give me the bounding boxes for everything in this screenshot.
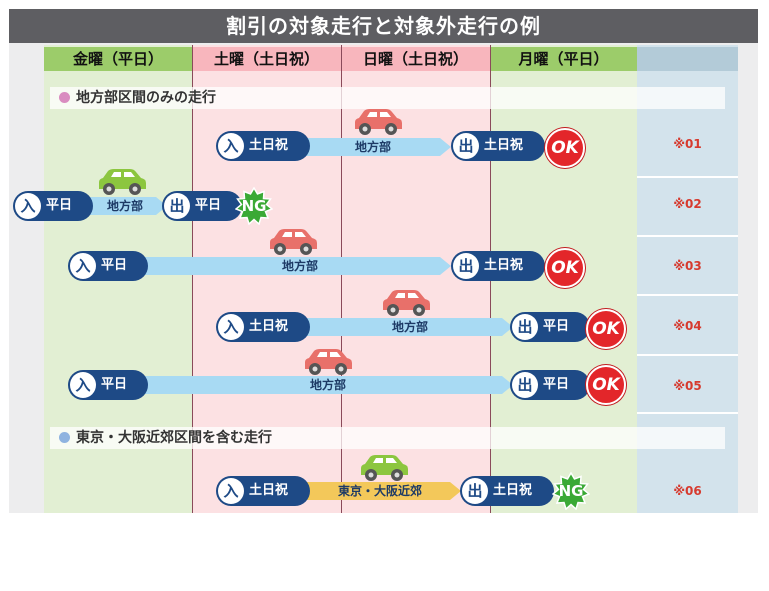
ng-label: NG <box>558 482 584 500</box>
header-notes <box>637 47 738 71</box>
page-title: 割引の対象走行と対象外走行の例 <box>9 9 758 43</box>
note-label: ※06 <box>673 484 702 498</box>
note-label: ※02 <box>673 197 702 211</box>
arrow-tip <box>440 257 451 275</box>
route-label: 地方部 <box>354 140 391 154</box>
ok-badge: OK <box>586 309 626 349</box>
car-icon-red <box>383 290 430 316</box>
row-separator <box>637 354 738 356</box>
note-label: ※01 <box>673 137 702 151</box>
exit-icon: 出 <box>453 253 479 279</box>
entry-icon: 入 <box>70 253 96 279</box>
exit-day: 平日 <box>543 377 570 392</box>
exit-marker: 出平日 <box>162 191 242 221</box>
section-local-label: 地方部区間のみの走行 <box>76 90 216 106</box>
note-label: ※04 <box>673 319 702 333</box>
exit-icon: 出 <box>512 314 538 340</box>
ok-badge: OK <box>545 128 585 168</box>
exit-day: 平日 <box>195 198 222 213</box>
ng-badge: NG <box>552 472 590 510</box>
entry-marker: 入平日 <box>68 370 148 400</box>
bullet-icon <box>59 92 70 103</box>
ng-label: NG <box>241 197 267 215</box>
entry-marker: 入平日 <box>13 191 93 221</box>
ng-badge: NG <box>235 187 273 225</box>
row-separator <box>637 235 738 237</box>
exit-day: 土日祝 <box>493 483 533 498</box>
entry-icon: 入 <box>70 372 96 398</box>
car-icon-red <box>355 109 402 135</box>
exit-marker: 出土日祝 <box>451 131 545 161</box>
exit-icon: 出 <box>164 193 190 219</box>
entry-icon: 入 <box>218 133 244 159</box>
section-urban: 東京・大阪近郊区間を含む走行 <box>50 427 725 449</box>
route-label: 地方部 <box>281 259 318 273</box>
entry-marker: 入土日祝 <box>216 312 310 342</box>
entry-day: 平日 <box>46 198 73 213</box>
exit-day: 平日 <box>543 319 570 334</box>
car-icon-red <box>270 229 317 255</box>
entry-day: 土日祝 <box>249 319 289 334</box>
header-monday: 月曜（平日） <box>490 47 637 71</box>
header-saturday: 土曜（土日祝） <box>192 47 341 71</box>
header-sunday: 日曜（土日祝） <box>341 47 490 71</box>
exit-day: 土日祝 <box>484 258 524 273</box>
route-label: 地方部 <box>309 378 346 392</box>
entry-day: 土日祝 <box>249 483 289 498</box>
row-separator <box>637 176 738 178</box>
entry-marker: 入土日祝 <box>216 476 310 506</box>
entry-day: 土日祝 <box>249 138 289 153</box>
exit-day: 土日祝 <box>484 138 524 153</box>
route-label: 地方部 <box>391 320 428 334</box>
exit-icon: 出 <box>462 478 488 504</box>
exit-marker: 出土日祝 <box>460 476 554 506</box>
row-separator <box>637 294 738 296</box>
route-label: 東京・大阪近郊 <box>337 484 422 498</box>
exit-marker: 出土日祝 <box>451 251 545 281</box>
note-label: ※03 <box>673 259 702 273</box>
entry-day: 平日 <box>101 258 128 273</box>
route-label: 地方部 <box>106 199 143 213</box>
exit-icon: 出 <box>453 133 479 159</box>
exit-icon: 出 <box>512 372 538 398</box>
entry-icon: 入 <box>15 193 41 219</box>
entry-icon: 入 <box>218 478 244 504</box>
entry-marker: 入平日 <box>68 251 148 281</box>
ok-badge: OK <box>545 248 585 288</box>
exit-marker: 出平日 <box>510 312 590 342</box>
bullet-icon <box>59 432 70 443</box>
arrow-tip <box>440 138 451 156</box>
section-local: 地方部区間のみの走行 <box>50 87 725 109</box>
entry-marker: 入土日祝 <box>216 131 310 161</box>
car-icon-red <box>305 349 352 375</box>
header-friday: 金曜（平日） <box>44 47 192 71</box>
row-separator <box>637 412 738 414</box>
exit-marker: 出平日 <box>510 370 590 400</box>
ok-badge: OK <box>586 365 626 405</box>
car-icon-green <box>361 455 408 481</box>
note-label: ※05 <box>673 379 702 393</box>
car-icon-green <box>99 169 146 195</box>
entry-day: 平日 <box>101 377 128 392</box>
section-urban-label: 東京・大阪近郊区間を含む走行 <box>76 430 272 446</box>
entry-icon: 入 <box>218 314 244 340</box>
